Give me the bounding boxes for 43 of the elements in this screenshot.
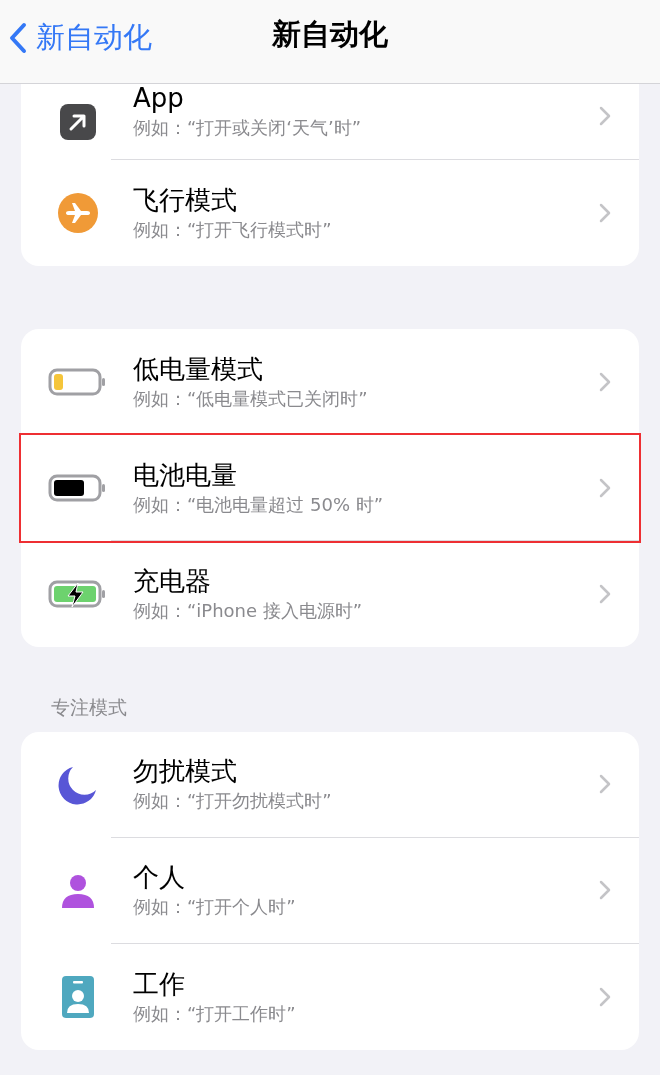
row-title: App — [133, 81, 185, 115]
airplane-icon — [58, 193, 98, 233]
chevron-icon — [599, 880, 611, 900]
moon-icon — [58, 764, 98, 805]
list-row[interactable]: App 例如：“打开或关闭‘天气’时” — [21, 84, 639, 160]
back-button[interactable]: 新自动化 — [8, 16, 152, 60]
chevron-icon — [599, 986, 611, 1007]
row-subtitle: 例如：“iPhone 接入电源时” — [133, 599, 364, 623]
chevron-icon — [599, 774, 611, 794]
row-title: 电池电量 — [133, 458, 238, 492]
row-title: 勿扰模式 — [133, 755, 238, 788]
row-title: 充电器 — [133, 565, 212, 598]
list-row[interactable]: 充电器 例如：“iPhone 接入电源时” — [21, 541, 639, 647]
row-subtitle: 例如：“打开飞行模式时” — [133, 218, 333, 242]
row-subtitle: 例如：“打开工作时” — [133, 1001, 297, 1026]
chevron-icon — [599, 371, 611, 392]
row-subtitle: 例如：“电池电量超过 50% 时” — [133, 492, 385, 517]
battery-icon — [48, 472, 108, 504]
section-header: 专注模式 — [50, 695, 128, 720]
list-row[interactable]: 勿扰模式 例如：“打开勿扰模式时” — [21, 731, 639, 838]
row-subtitle: 例如：“打开勿扰模式时” — [133, 789, 333, 813]
person-icon — [61, 873, 95, 908]
row-title: 飞行模式 — [133, 184, 238, 217]
list-row[interactable]: 个人 例如：“打开个人时” — [21, 837, 639, 944]
chevron-icon — [599, 584, 611, 604]
list-row[interactable]: 电池电量 例如：“电池电量超过 50% 时” — [21, 435, 639, 541]
low-battery-icon — [48, 366, 108, 398]
list-row[interactable]: 工作 例如：“打开工作时” — [21, 943, 639, 1050]
chevron-icon — [599, 203, 611, 223]
row-title: 低电量模式 — [133, 352, 264, 386]
charging-battery-icon — [48, 578, 108, 610]
row-subtitle: 例如：“打开或关闭‘天气’时” — [133, 115, 363, 140]
chevron-icon — [599, 105, 611, 126]
list-row[interactable]: 飞行模式 例如：“打开飞行模式时” — [21, 160, 639, 266]
row-subtitle: 例如：“低电量模式已关闭时” — [133, 386, 369, 411]
list-row[interactable]: 低电量模式 例如：“低电量模式已关闭时” — [21, 329, 639, 435]
row-title: 个人 — [133, 861, 186, 894]
nav-title: 新自动化 — [272, 15, 388, 53]
id-badge-icon — [62, 975, 94, 1018]
row-title: 工作 — [133, 967, 186, 1001]
back-chevron-icon — [8, 21, 28, 54]
chevron-icon — [599, 477, 611, 498]
row-subtitle: 例如：“打开个人时” — [133, 895, 297, 919]
